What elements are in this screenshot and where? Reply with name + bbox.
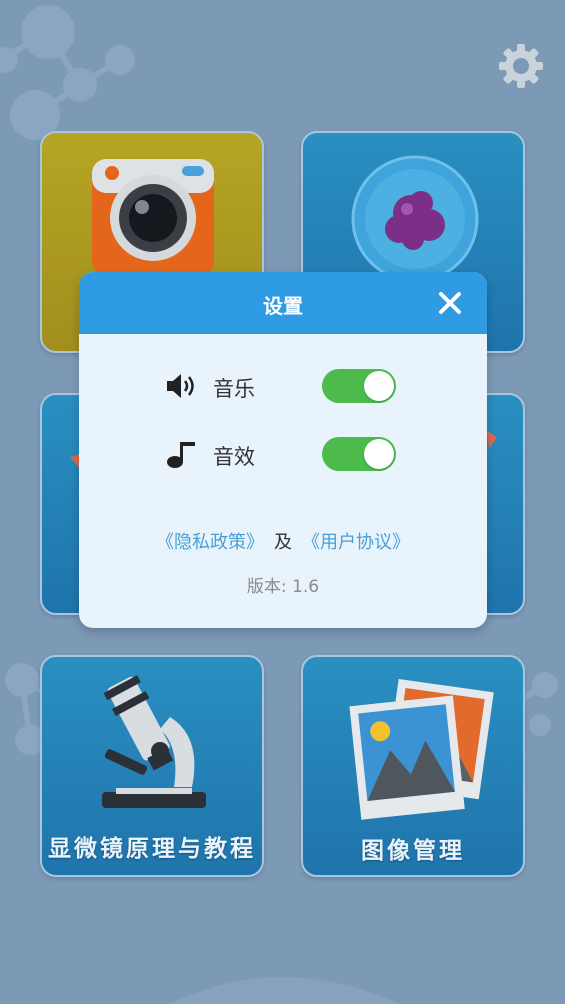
- toggle-knob: [364, 439, 394, 469]
- music-toggle[interactable]: [322, 369, 396, 403]
- dialog-header: 设置: [79, 272, 487, 334]
- music-label: 音乐: [213, 377, 255, 401]
- version-text: 版本: 1.6: [246, 577, 320, 597]
- settings-dialog: 设置 音乐 音效 《隐私政策》及《用户协议》 版本: 1.6: [79, 272, 487, 628]
- sound-effects-toggle[interactable]: [322, 437, 396, 471]
- dialog-title: 设置: [263, 294, 303, 318]
- user-agreement-link[interactable]: 《用户协议》: [302, 532, 410, 553]
- sound-effects-label: 音效: [213, 445, 255, 469]
- close-icon[interactable]: [437, 290, 463, 316]
- speaker-icon: [167, 374, 194, 398]
- and-text: 及: [274, 532, 292, 553]
- legal-links: 《隐私政策》及《用户协议》: [79, 528, 487, 554]
- privacy-policy-link[interactable]: 《隐私政策》: [156, 532, 264, 553]
- toggle-knob: [364, 371, 394, 401]
- music-setting-row: 音乐: [79, 366, 487, 406]
- music-note-icon: [167, 442, 195, 468]
- sound-effects-setting-row: 音效: [79, 434, 487, 474]
- modal-overlay: 设置 音乐 音效 《隐私政策》及《用户协议》 版本: 1.6: [0, 0, 565, 1004]
